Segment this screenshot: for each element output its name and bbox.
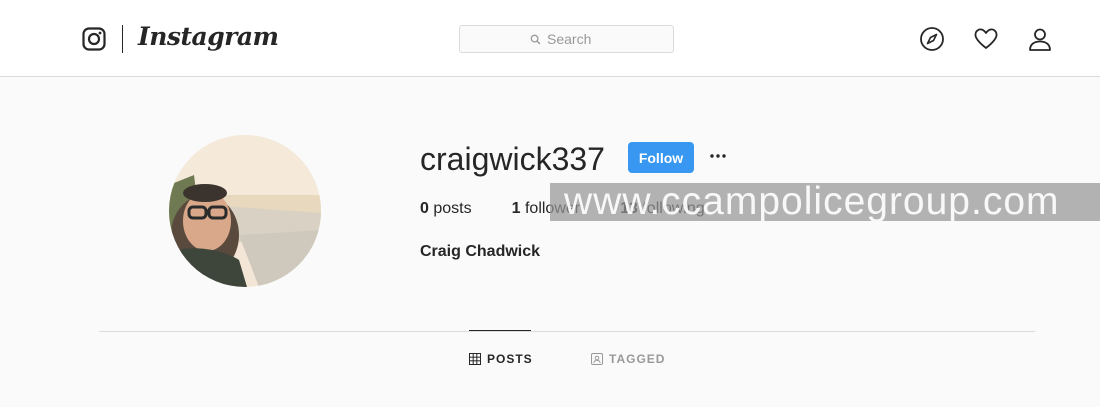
search-box[interactable] — [459, 25, 674, 53]
tab-posts[interactable]: POSTS — [469, 352, 533, 366]
instagram-camera-icon[interactable] — [82, 27, 106, 51]
tab-tagged[interactable]: TAGGED — [591, 352, 665, 366]
posts-label: posts — [433, 200, 472, 217]
grid-icon — [469, 353, 481, 365]
tag-portrait-icon — [591, 353, 603, 365]
logo-divider — [122, 25, 123, 53]
ellipsis-icon — [710, 154, 726, 158]
follow-button[interactable]: Follow — [628, 142, 694, 173]
profile-username: craigwick337 — [420, 141, 605, 177]
followers-count: 1 — [511, 200, 521, 217]
posts-stat: 0 posts — [420, 200, 472, 218]
tabs-divider — [99, 331, 1035, 332]
search-icon — [530, 34, 541, 44]
top-nav: Instagram — [0, 0, 1100, 77]
tab-tagged-label: TAGGED — [609, 352, 666, 366]
watermark-banner: www.ccampolicegroup.com — [550, 183, 1100, 221]
more-options-button[interactable] — [706, 144, 730, 168]
user-icon[interactable] — [1027, 26, 1053, 52]
compass-icon[interactable] — [919, 26, 945, 52]
profile-avatar[interactable] — [169, 135, 321, 287]
tab-posts-label: POSTS — [487, 352, 533, 366]
avatar-photo — [169, 135, 321, 287]
posts-count: 0 — [420, 200, 429, 217]
instagram-wordmark[interactable]: Instagram — [138, 22, 279, 51]
watermark-text: www.ccampolicegroup.com — [564, 183, 1060, 221]
search-input[interactable] — [547, 31, 603, 47]
profile-full-name: Craig Chadwick — [420, 243, 541, 260]
heart-icon[interactable] — [973, 26, 999, 52]
active-tab-indicator — [469, 330, 531, 331]
